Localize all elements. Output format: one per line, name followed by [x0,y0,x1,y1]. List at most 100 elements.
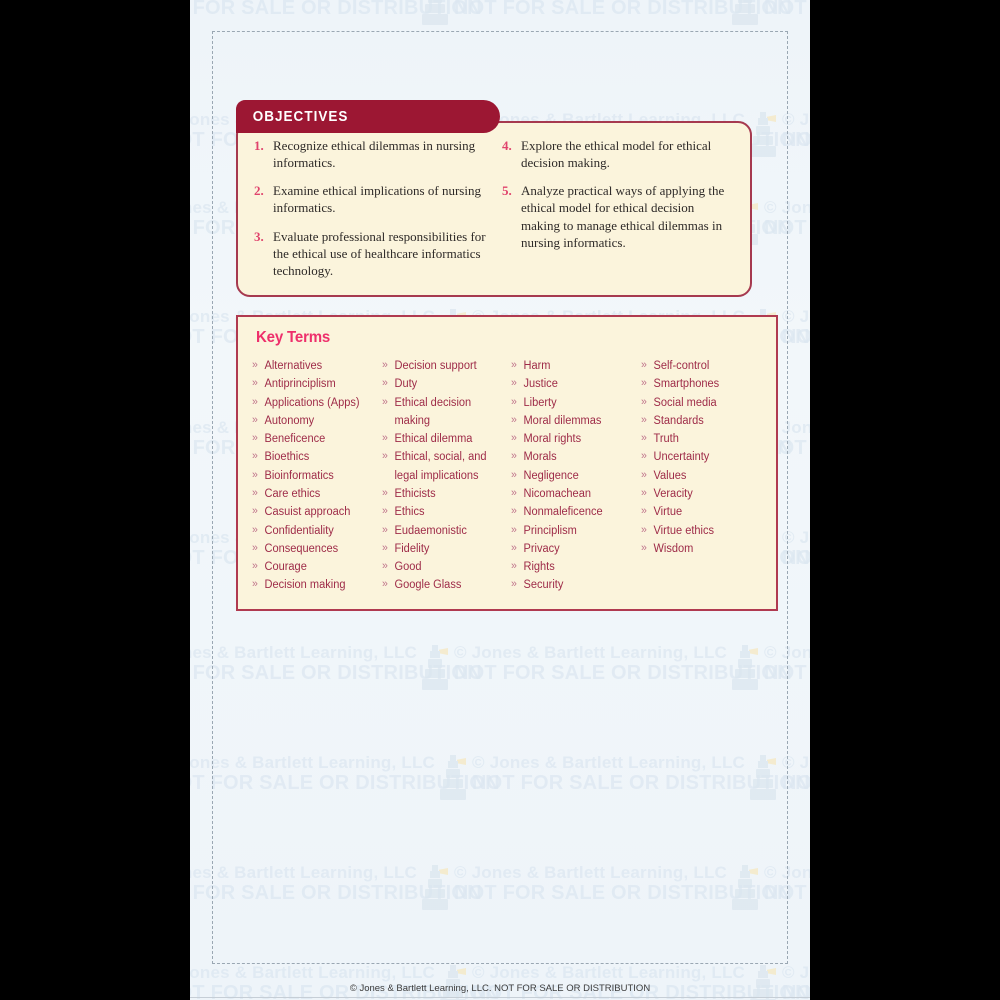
key-term-label: Decision support [393,360,477,372]
key-term-item: » Justice [511,375,628,393]
key-term-label: Good [393,561,421,574]
watermark-line-1: © Jones & Bartlett Learning, LLC [472,963,746,982]
key-term-item: » Standards [641,412,758,430]
objectives-body: 1. Recognize ethical dilemmas in nursing … [236,121,752,298]
key-term-label: Consequences [264,542,339,555]
key-term-label: Moral rights [523,433,582,446]
key-term-item: » Virtue ethics [641,522,758,540]
key-term-item: » Ethics [382,503,499,521]
key-term-item: » Moral dilemmas [511,412,628,430]
key-term-item: » Alternatives [252,357,369,375]
watermark: © Jones & Bartlett Learning, LLCNOT FOR … [422,0,792,26]
key-term-item: » Privacy [511,540,628,558]
bullet-icon: » [511,468,517,481]
bullet-icon: » [640,377,647,390]
key-term-item: » Fidelity [382,540,499,558]
key-term-item: » Harm [511,357,628,375]
key-term-label: Harm [523,360,551,372]
key-term-label: Veracity [652,487,693,500]
key-term-item: » Wisdom [641,540,758,558]
key-terms-box: Key Terms » Alternatives » Antiprinciplism »… [236,315,778,611]
key-term-label: Ethics [393,506,425,519]
key-term-label: Care ethics [264,487,321,500]
bullet-icon: » [640,432,647,445]
watermark: © Jones & Bartlett Learning, LLCNOT FOR … [750,963,810,1000]
key-term-item: » Uncertainty [641,448,758,466]
key-term-label: Liberty [523,396,557,409]
key-term-item: » Applications (Apps) [252,394,369,412]
key-term-item: » Rights [511,558,628,576]
key-term-item: » Principlism [511,522,628,540]
key-terms-title: Key Terms [256,329,331,346]
key-term-item: » Virtue [641,503,758,521]
key-term-item: » Smartphones [641,375,758,393]
watermark-line-1: © Jones & Bartlett Learning, LLC [782,963,810,982]
key-term-label: Beneficence [264,433,326,446]
watermark-line-2: NOT FOR SALE OR DISTRIBUTION [454,0,792,20]
key-term-label: Autonomy [264,414,315,427]
key-term-item: » Liberty [511,394,628,412]
bullet-icon: » [252,523,258,536]
objectives-header-tab: OBJECTIVES [236,100,500,133]
key-term-item: » Social media [641,394,758,412]
bullet-icon: » [640,541,647,554]
objective-item: 4. Explore the ethical model for ethical … [502,137,734,171]
objective-item: 1. Recognize ethical dilemmas in nursing … [254,137,486,171]
bullet-icon: » [640,413,647,426]
key-term-item: » Ethicists [382,485,499,503]
key-term-item: » Google Glass [382,576,499,594]
key-term-item: » Ethical decision making [382,394,499,431]
key-term-item: » Veracity [641,485,758,503]
key-term-label: Standards [652,414,704,427]
key-term-item: » Bioethics [252,448,369,466]
watermark-line-2: NOT FOR SALE OR DISTRIBUTION [190,0,482,20]
bullet-icon: » [381,560,388,573]
bullet-icon: » [381,450,388,463]
key-term-label: Principlism [523,524,577,537]
key-term-label: Eudaemonistic [393,524,467,537]
key-term-item: » Values [641,467,758,485]
key-term-item: » Decision making [252,576,369,594]
key-term-item: » Beneficence [252,430,369,448]
bullet-icon: » [511,486,517,499]
bullet-icon: » [381,505,388,518]
bullet-icon: » [511,578,517,591]
key-term-item: » Morals [511,448,628,466]
objective-number: 2. [254,183,264,199]
key-term-label: Duty [393,378,417,391]
objective-number: 3. [254,228,264,244]
footer-copyright: © Jones & Bartlett Learning, LLC. NOT FO… [349,983,651,994]
objective-number: 1. [254,138,264,153]
key-term-label: Courage [264,561,307,574]
objective-item: 2. Examine ethical implications of nursin… [254,182,486,216]
bullet-icon: » [252,578,258,591]
key-term-label: Justice [523,378,558,391]
document-page: © Jones & Bartlett Learning, LLC NOT FOR … [190,0,810,1000]
key-term-item: » Consequences [252,540,369,558]
bullet-icon: » [640,486,647,499]
key-term-label: Antiprinciplism [264,378,336,391]
key-term-item: » Autonomy [252,412,369,430]
bullet-icon: » [252,413,258,426]
objectives-header-label: OBJECTIVES [252,108,349,125]
bullet-icon: » [252,395,258,408]
bullet-icon: » [511,395,517,408]
bullet-icon: » [252,450,258,463]
bullet-icon: » [381,523,388,536]
key-term-label: Social media [652,396,717,409]
key-term-label: Virtue ethics [652,524,714,537]
objective-text: Examine ethical implications of nursing … [273,183,481,216]
key-term-label: Ethicists [393,487,436,500]
bullet-icon: » [381,432,388,445]
key-term-label: Wisdom [652,542,693,555]
bullet-icon: » [381,359,388,371]
bullet-icon: » [640,359,647,371]
key-term-item: » Confidentiality [252,522,369,540]
bullet-icon: » [640,450,647,463]
bullet-icon: » [511,377,517,390]
objective-text: Explore the ethical model for ethical de… [521,138,712,171]
key-term-label: Decision making [264,579,346,592]
bullet-icon: » [640,505,647,518]
key-term-item: » Courage [252,558,369,576]
key-term-label: Nicomachean [523,487,591,500]
